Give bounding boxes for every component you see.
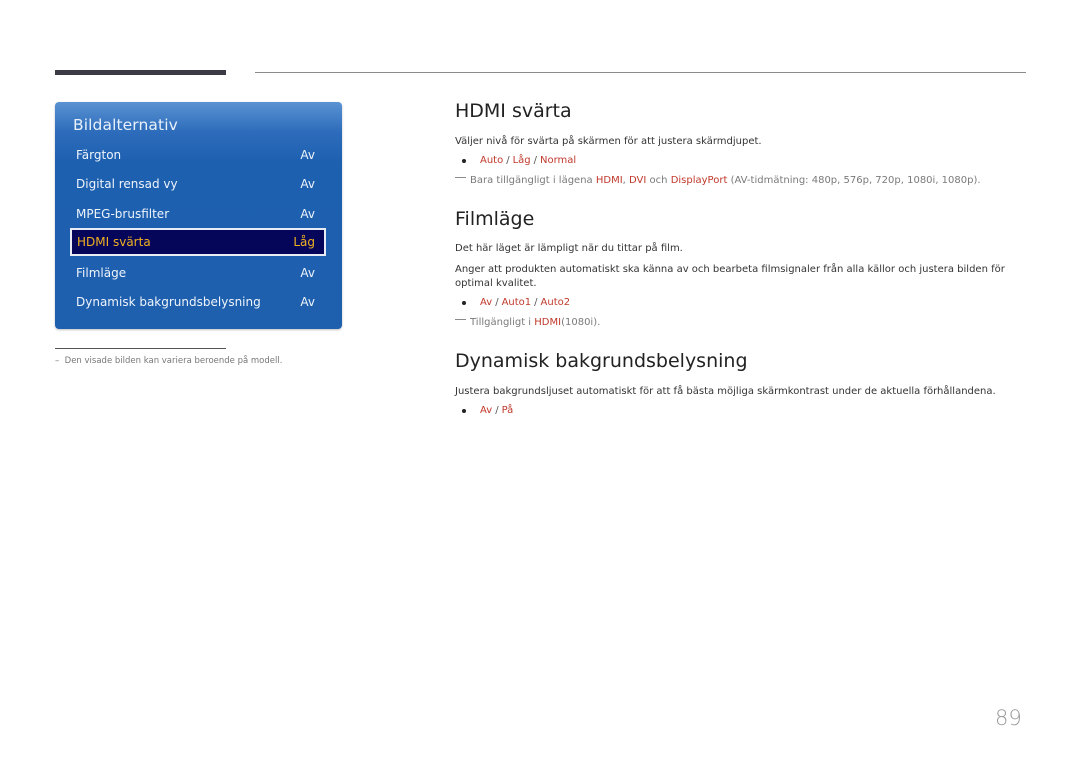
osd-item-value: Av [300,177,315,191]
osd-menu-item-mpeg-brusfilter[interactable]: MPEG-brusfilter Av [71,201,325,227]
option-normal: Normal [540,155,577,166]
option-auto2: Auto2 [540,297,571,308]
note-timing: (AV-tidmätning: 480p, 576p, 720p, 1080i,… [730,175,981,186]
hdmi-description: Väljer nivå för svärta på skärmen för at… [455,136,762,147]
option-av: Av [480,405,493,416]
header-rule-thick [55,70,226,75]
dynamic-options: Av / På [462,405,513,416]
note-dash-icon [455,177,466,178]
bullet-icon [462,408,466,413]
header-rule-thin [255,72,1026,73]
film-description-1: Det här läget är lämpligt när du tittar … [455,243,683,254]
footnote-rule [55,348,226,349]
film-note: Tillgängligt i HDMI(1080i). [455,317,600,328]
hdmi-options: Auto / Låg / Normal [462,155,576,166]
note-hdmi: HDMI [534,317,562,328]
note-resolution: (1080i). [561,317,601,328]
osd-menu-item-hdmi-svarta[interactable]: HDMI svärta Låg [70,228,326,256]
note-dvi: DVI [629,175,647,186]
osd-item-value: Av [300,266,315,280]
osd-item-value: Av [300,295,315,309]
osd-menu-item-dynamisk-bakgrundsbelysning[interactable]: Dynamisk bakgrundsbelysning Av [71,289,325,315]
footnote-text: Den visade bilden kan variera beroende p… [64,356,283,366]
separator: / [534,297,538,308]
separator: / [506,155,510,166]
osd-item-label: HDMI svärta [77,235,151,249]
osd-menu-title: Bildalternativ [73,116,178,134]
separator: / [495,405,499,416]
osd-item-value: Av [300,148,315,162]
hdmi-note: Bara tillgängligt i lägena HDMI, DVI och… [455,175,981,186]
page-number: 89 [995,706,1022,730]
separator: / [495,297,499,308]
osd-menu-panel: Bildalternativ Färgton Av Digital rensad… [55,102,342,329]
note-text: Bara tillgängligt i lägena [470,175,593,186]
osd-menu-item-filmlage[interactable]: Filmläge Av [71,260,325,286]
osd-item-label: Digital rensad vy [76,177,178,191]
section-title-hdmi-svarta: HDMI svärta [455,100,572,122]
option-auto: Auto [480,155,504,166]
osd-item-label: MPEG-brusfilter [76,207,170,221]
note-hdmi: HDMI [595,175,623,186]
osd-item-label: Filmläge [76,266,127,280]
separator: / [533,155,538,166]
osd-menu-item-digital-rensad-vy[interactable]: Digital rensad vy Av [71,171,325,197]
option-auto1: Auto1 [501,297,532,308]
footnote-dash: – [55,356,65,366]
note-displayport: DisplayPort [670,175,728,186]
film-description-2: Anger att produkten automatiskt ska känn… [455,264,1005,289]
option-av: Av [480,297,493,308]
section-title-filmlage: Filmläge [455,208,535,230]
osd-item-value: Av [300,207,315,221]
dynamic-description: Justera bakgrundsljuset automatiskt för … [455,386,996,397]
option-lag: Låg [512,155,531,166]
footnote: – Den visade bilden kan variera beroende… [55,356,282,366]
note-comma: , [622,175,626,186]
note-text: Tillgängligt i [470,317,532,328]
note-dash-icon [455,319,466,320]
osd-item-value: Låg [293,235,315,249]
section-title-dynamisk-bakgrundsbelysning: Dynamisk bakgrundsbelysning [455,350,748,372]
osd-item-label: Färgton [76,148,122,162]
film-options: Av / Auto1 / Auto2 [462,297,570,308]
osd-item-label: Dynamisk bakgrundsbelysning [76,295,261,309]
option-pa: På [501,405,514,416]
note-och: och [649,175,668,186]
osd-menu-item-fargton[interactable]: Färgton Av [71,142,325,168]
bullet-icon [462,300,466,305]
bullet-icon [462,158,466,163]
